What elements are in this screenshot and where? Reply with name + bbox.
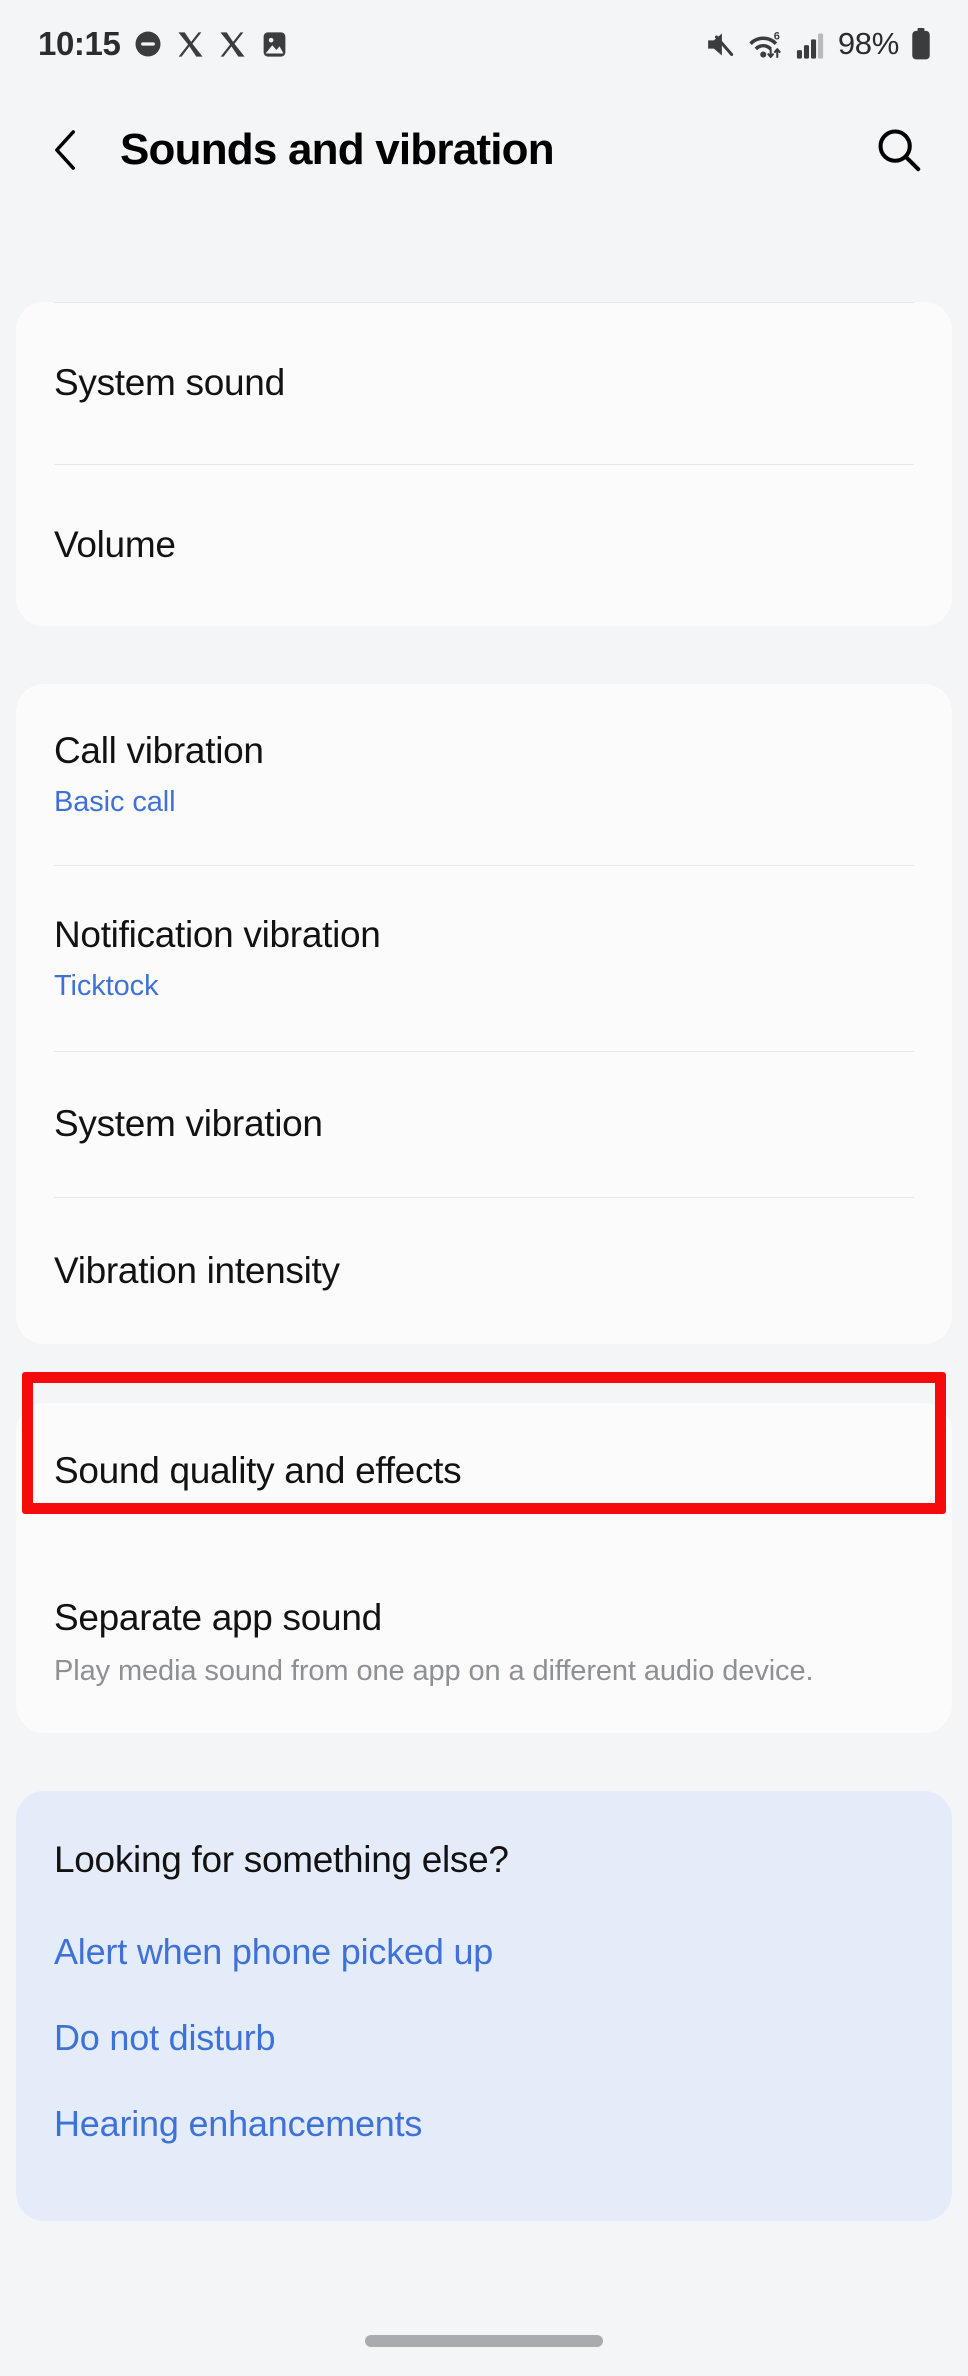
- row-title: Volume: [54, 524, 176, 566]
- home-indicator[interactable]: [365, 2335, 603, 2347]
- row-vibration-intensity[interactable]: Vibration intensity: [16, 1198, 952, 1344]
- row-subtitle: Basic call: [54, 785, 176, 818]
- suggestion-link-do-not-disturb[interactable]: Do not disturb: [54, 2017, 914, 2059]
- svg-text:6: 6: [774, 30, 780, 42]
- row-subtitle: Ticktock: [54, 969, 159, 1002]
- row-notification-vibration[interactable]: Notification vibration Ticktock: [16, 866, 952, 1051]
- battery-icon: [912, 28, 930, 60]
- chevron-left-icon: [55, 130, 75, 170]
- suggestions-title: Looking for something else?: [54, 1839, 509, 1880]
- x-app-icon: [220, 31, 245, 57]
- row-title: System vibration: [54, 1103, 323, 1145]
- suggestions-card: Looking for something else? Alert when p…: [16, 1791, 952, 2221]
- sound-card: System sound Volume: [16, 302, 952, 626]
- vibration-card: Call vibration Basic call Notification v…: [16, 684, 952, 1344]
- row-title: Separate app sound: [54, 1596, 382, 1638]
- back-button[interactable]: [38, 122, 94, 178]
- phone-screen: 10:15 6 98% Sounds and vibration System …: [0, 0, 968, 2376]
- app-header: Sounds and vibration: [0, 88, 968, 212]
- suggestion-link-alert-when-phone-picked-up[interactable]: Alert when phone picked up: [54, 1931, 914, 1973]
- status-clock: 10:15: [38, 25, 121, 62]
- search-button[interactable]: [870, 121, 928, 179]
- settings-list[interactable]: System sound Volume Call vibration Basic…: [0, 212, 968, 2376]
- suggestion-link-hearing-enhancements[interactable]: Hearing enhancements: [54, 2103, 914, 2145]
- row-title: Notification vibration: [54, 914, 381, 956]
- battery-percent-label: 98%: [837, 26, 899, 61]
- search-icon: [878, 129, 921, 172]
- row-call-vibration[interactable]: Call vibration Basic call: [16, 684, 952, 865]
- cellular-signal-icon: [796, 33, 823, 59]
- row-description: Play media sound from one app on a diffe…: [54, 1654, 814, 1687]
- row-title: Call vibration: [54, 730, 264, 772]
- row-title: Vibration intensity: [54, 1250, 340, 1292]
- row-sound-quality-and-effects[interactable]: Sound quality and effects: [16, 1403, 952, 1539]
- row-separate-app-sound[interactable]: Separate app sound Play media sound from…: [16, 1539, 952, 1733]
- status-bar-right: 6 98%: [704, 26, 932, 62]
- row-system-vibration[interactable]: System vibration: [16, 1052, 952, 1197]
- page-title: Sounds and vibration: [120, 125, 555, 174]
- row-title: Sound quality and effects: [54, 1449, 462, 1491]
- row-volume[interactable]: Volume: [16, 465, 952, 626]
- row-title: System sound: [54, 361, 285, 403]
- gallery-icon: [264, 31, 286, 57]
- row-system-sound[interactable]: System sound: [16, 302, 952, 464]
- wifi6-icon: 6: [749, 30, 781, 58]
- advanced-card: Sound quality and effects Separate app s…: [16, 1403, 952, 1733]
- status-bar-left: 10:15: [38, 25, 289, 63]
- x-app-icon: [178, 31, 203, 57]
- status-bar: 10:15 6 98%: [0, 0, 968, 88]
- dnd-icon: [135, 31, 161, 57]
- mute-icon: [707, 33, 734, 56]
